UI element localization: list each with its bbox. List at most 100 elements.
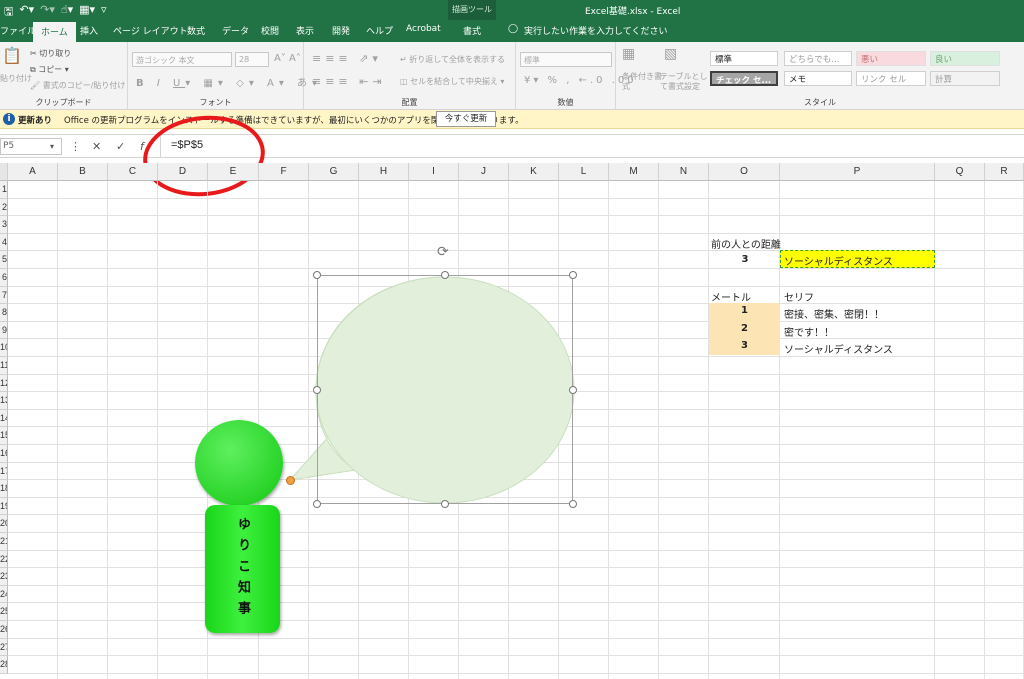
column-header-K[interactable]: K bbox=[509, 163, 559, 181]
row-header-14[interactable]: 14 bbox=[0, 409, 8, 428]
row-header-2[interactable]: 2 bbox=[0, 198, 8, 217]
row-header-1[interactable]: 1 bbox=[0, 181, 8, 199]
resize-handle-b[interactable] bbox=[441, 500, 449, 508]
tab-developer[interactable]: 開発 bbox=[332, 24, 350, 37]
update-now-button[interactable]: 今すぐ更新 bbox=[436, 111, 496, 127]
column-header-L[interactable]: L bbox=[559, 163, 609, 181]
row-header-10[interactable]: 10 bbox=[0, 339, 8, 357]
align-top-icons[interactable]: ≡≡≡ ⇗▾ bbox=[312, 52, 382, 65]
meter-cell-1[interactable]: 1 bbox=[709, 303, 780, 321]
name-box-dropdown-icon[interactable]: ▾ bbox=[50, 142, 54, 151]
serif-cell-3[interactable]: ソーシャルディスタンス bbox=[784, 341, 893, 356]
column-header-F[interactable]: F bbox=[259, 163, 309, 181]
table-format-icon[interactable]: ▧ bbox=[664, 46, 677, 62]
resize-handle-tl[interactable] bbox=[313, 271, 321, 279]
row-header-16[interactable]: 16 bbox=[0, 445, 8, 463]
tab-view[interactable]: 表示 bbox=[296, 24, 314, 37]
tab-acrobat[interactable]: Acrobat bbox=[406, 24, 441, 34]
column-header-B[interactable]: B bbox=[58, 163, 108, 181]
row-header-24[interactable]: 24 bbox=[0, 585, 8, 604]
row-header-17[interactable]: 17 bbox=[0, 462, 8, 481]
social-distance-result-cell[interactable]: ソーシャルディスタンス bbox=[780, 250, 935, 268]
align-horizontal-icons[interactable]: ≡≡≡ ⇤⇥ bbox=[312, 75, 386, 88]
meter-cell-3[interactable]: 3 bbox=[709, 338, 780, 355]
column-header-N[interactable]: N bbox=[659, 163, 709, 181]
row-header-18[interactable]: 18 bbox=[0, 480, 8, 498]
copy-button[interactable]: ⧉ コピー ▾ bbox=[30, 64, 69, 75]
column-header-A[interactable]: A bbox=[8, 163, 58, 181]
tab-formulas[interactable]: 数式 bbox=[187, 24, 205, 37]
font-size-select[interactable]: 28 bbox=[235, 52, 269, 67]
row-header-3[interactable]: 3 bbox=[0, 216, 8, 234]
style-check-cell[interactable]: チェック セ... bbox=[710, 71, 778, 86]
paste-button[interactable]: 貼り付け bbox=[0, 73, 32, 84]
row-header-25[interactable]: 25 bbox=[0, 603, 8, 621]
rotate-handle-icon[interactable]: ⟳ bbox=[437, 244, 449, 260]
tell-me-input[interactable]: 実行したい作業を入力してください bbox=[524, 24, 667, 37]
adjust-handle[interactable] bbox=[286, 476, 295, 485]
style-memo[interactable]: メモ bbox=[784, 71, 852, 86]
conditional-format-button[interactable]: 条件付き書式 bbox=[622, 72, 662, 92]
row-header-27[interactable]: 27 bbox=[0, 638, 8, 657]
number-format-select[interactable]: 標準 bbox=[520, 52, 612, 67]
tab-insert[interactable]: 挿入 bbox=[80, 24, 98, 37]
style-bad[interactable]: 悪い bbox=[856, 51, 926, 66]
resize-handle-r[interactable] bbox=[569, 386, 577, 394]
resize-handle-tr[interactable] bbox=[569, 271, 577, 279]
row-header-12[interactable]: 12 bbox=[0, 374, 8, 393]
column-header-M[interactable]: M bbox=[609, 163, 659, 181]
person-body-shape[interactable]: ゆりこ知事 bbox=[205, 505, 280, 633]
table-format-button[interactable]: テーブルとして書式設定 bbox=[660, 72, 708, 92]
resize-handle-t[interactable] bbox=[441, 271, 449, 279]
row-header-13[interactable]: 13 bbox=[0, 392, 8, 410]
style-linked-cell[interactable]: リンク セル bbox=[856, 71, 926, 86]
tab-data[interactable]: データ bbox=[222, 24, 249, 37]
style-good[interactable]: 良い bbox=[930, 51, 1000, 66]
row-header-28[interactable]: 28 bbox=[0, 656, 8, 674]
formula-input[interactable]: =$P$5 bbox=[160, 136, 1024, 157]
column-header-O[interactable]: O bbox=[709, 163, 780, 181]
row-header-26[interactable]: 26 bbox=[0, 621, 8, 639]
serif-cell-1[interactable]: 密接、密集、密閉！！ bbox=[784, 306, 884, 321]
row-header-15[interactable]: 15 bbox=[0, 427, 8, 445]
serif-cell-2[interactable]: 密です！！ bbox=[784, 324, 834, 339]
column-header-I[interactable]: I bbox=[409, 163, 459, 181]
resize-handle-l[interactable] bbox=[313, 386, 321, 394]
tab-file[interactable]: ファイル bbox=[0, 24, 36, 37]
row-header-5[interactable]: 5 bbox=[0, 251, 8, 269]
row-header-9[interactable]: 9 bbox=[0, 321, 8, 340]
merge-center-button[interactable]: ◫ セルを結合して中央揃え ▾ bbox=[400, 76, 504, 87]
column-header-E[interactable]: E bbox=[208, 163, 259, 181]
enter-icon[interactable]: ✓ bbox=[116, 140, 125, 153]
resize-handle-bl[interactable] bbox=[313, 500, 321, 508]
row-header-22[interactable]: 22 bbox=[0, 550, 8, 569]
row-header-20[interactable]: 20 bbox=[0, 515, 8, 533]
row-header-19[interactable]: 19 bbox=[0, 497, 8, 516]
tab-home[interactable]: ホーム bbox=[33, 22, 76, 42]
tab-help[interactable]: ヘルプ bbox=[366, 24, 393, 37]
row-header-23[interactable]: 23 bbox=[0, 568, 8, 586]
column-header-D[interactable]: D bbox=[158, 163, 208, 181]
font-name-select[interactable]: 游ゴシック 本文 bbox=[132, 52, 232, 67]
resize-handle-br[interactable] bbox=[569, 500, 577, 508]
row-header-6[interactable]: 6 bbox=[0, 269, 8, 287]
style-calculation[interactable]: 計算 bbox=[930, 71, 1000, 86]
column-header-H[interactable]: H bbox=[359, 163, 409, 181]
conditional-format-icon[interactable]: ▦ bbox=[622, 46, 635, 62]
style-normal[interactable]: 標準 bbox=[710, 51, 778, 66]
tab-format[interactable]: 書式 bbox=[463, 24, 481, 37]
column-header-R[interactable]: R bbox=[985, 163, 1024, 181]
column-header-P[interactable]: P bbox=[780, 163, 935, 181]
meter-cell-2[interactable]: 2 bbox=[709, 321, 780, 338]
wrap-text-button[interactable]: ↵ 折り返して全体を表示する bbox=[400, 54, 505, 65]
person-head-shape[interactable] bbox=[195, 420, 283, 506]
column-header-C[interactable]: C bbox=[108, 163, 158, 181]
select-all-corner[interactable] bbox=[0, 163, 8, 181]
cancel-icon[interactable]: ✕ bbox=[92, 140, 101, 153]
paste-icon[interactable]: 📋 bbox=[2, 46, 22, 65]
font-style-buttons[interactable]: B I U▾ ▦▾ ◇▾ A▾ あ▾ bbox=[136, 74, 322, 89]
font-grow-icon[interactable]: A˅ A˄ bbox=[274, 53, 301, 64]
tab-page-layout[interactable]: ページ レイアウト bbox=[113, 24, 188, 37]
style-neutral[interactable]: どちらでも... bbox=[784, 51, 852, 66]
cut-button[interactable]: ✂ 切り取り bbox=[30, 48, 71, 59]
